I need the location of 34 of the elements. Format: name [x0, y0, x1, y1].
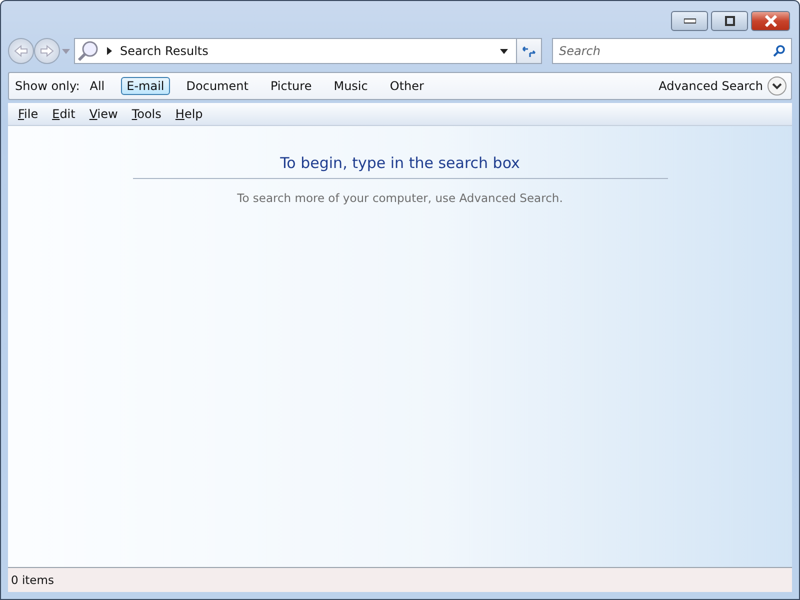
back-arrow-icon — [14, 45, 28, 57]
filter-button[interactable]: Other — [384, 77, 430, 95]
hint-text: To search more of your computer, use Advanced Search. — [237, 191, 563, 205]
refresh-button[interactable] — [516, 38, 542, 64]
minimize-icon — [684, 18, 696, 24]
close-button[interactable] — [751, 11, 790, 31]
address-bar[interactable]: Search Results — [74, 38, 517, 64]
dropdown-icon[interactable] — [500, 48, 508, 54]
close-icon — [764, 15, 778, 27]
filter-label: Show only: — [15, 79, 80, 93]
location-text: Search Results — [120, 44, 210, 58]
maximize-icon — [724, 16, 734, 26]
filter-button[interactable]: Picture — [264, 77, 318, 95]
menu-item[interactable]: Edit — [46, 107, 82, 121]
expand-chevron-icon[interactable] — [767, 76, 787, 96]
filter-button[interactable]: Document — [180, 77, 254, 95]
breadcrumb-arrow-icon — [107, 47, 112, 55]
menu-item[interactable]: Help — [169, 107, 209, 121]
menu-item[interactable]: View — [83, 107, 124, 121]
advanced-search-button[interactable]: Advanced Search — [658, 79, 763, 93]
filter-button[interactable]: Music — [328, 77, 374, 95]
filter-button[interactable]: All — [84, 77, 111, 95]
filter-button[interactable]: E-mail — [120, 77, 170, 95]
search-icon[interactable] — [773, 45, 785, 57]
heading-text: To begin, type in the search box — [132, 154, 668, 179]
search-field[interactable]: Search — [552, 38, 792, 64]
maximize-button[interactable] — [711, 11, 748, 31]
menu-item[interactable]: File — [12, 107, 44, 121]
refresh-arrows-icon — [522, 45, 536, 57]
menu-item[interactable]: Tools — [126, 107, 168, 121]
item-count-text: 0 items — [11, 573, 54, 587]
forward-arrow-icon — [40, 45, 54, 57]
magnifier-icon — [77, 40, 99, 62]
minimize-button[interactable] — [671, 11, 708, 31]
